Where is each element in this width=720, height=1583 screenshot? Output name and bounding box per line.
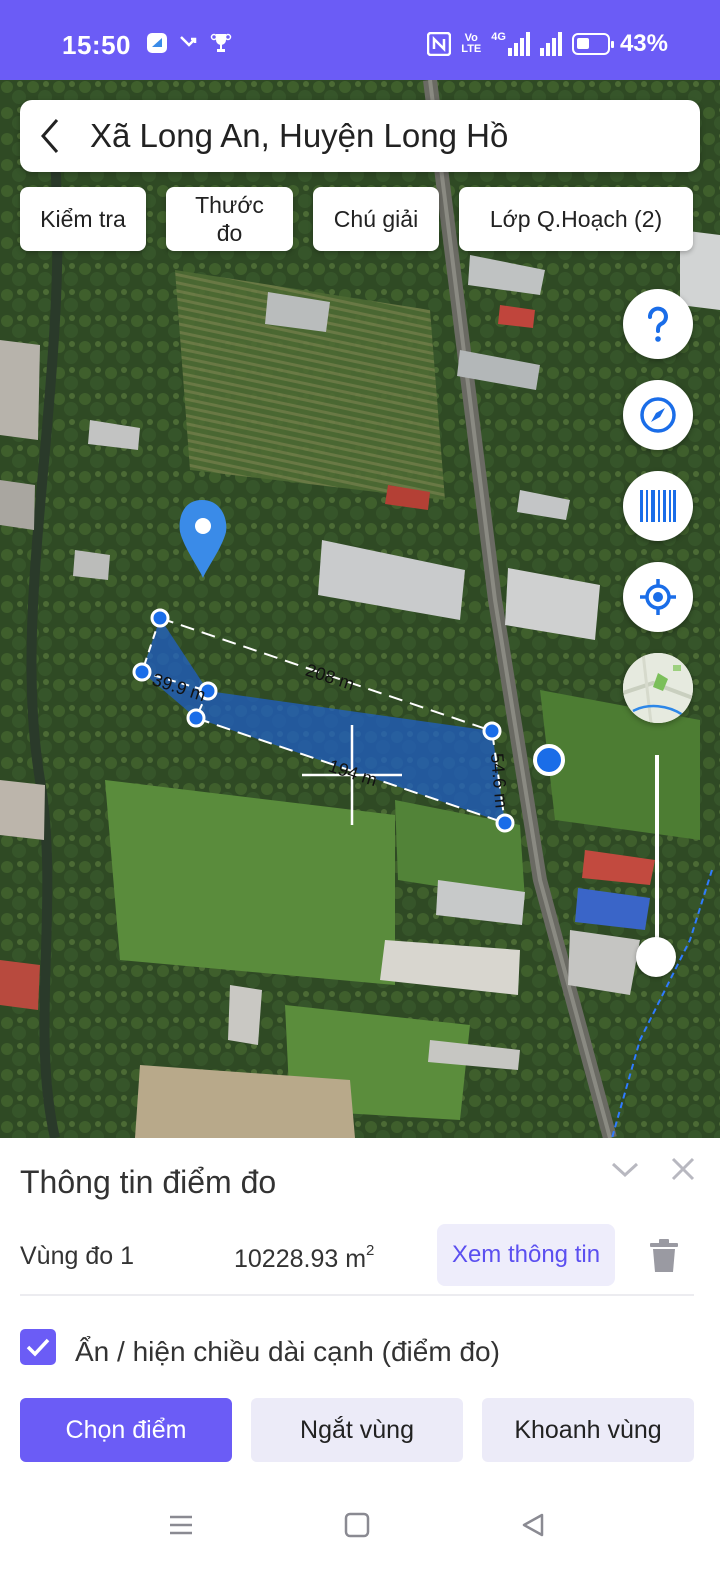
chevron-left-icon	[41, 119, 59, 153]
app-notification-icon	[147, 33, 167, 53]
page-title: Xã Long An, Huyện Long Hồ	[90, 117, 509, 154]
compass-icon	[640, 397, 676, 433]
home-nav-button[interactable]	[344, 1512, 370, 1543]
home-square-icon	[344, 1512, 370, 1538]
missed-call-icon	[180, 36, 197, 47]
collapse-button[interactable]	[610, 1160, 640, 1185]
break-region-button[interactable]: Ngắt vùng	[251, 1398, 463, 1462]
my-location-button[interactable]	[623, 562, 693, 632]
ruler-label-line2: đo	[216, 220, 243, 246]
enclose-region-button[interactable]: Khoanh vùng	[482, 1398, 694, 1462]
status-bar: 15:50 Vo LTE 4G 43%	[0, 0, 720, 80]
battery-icon	[571, 33, 614, 55]
system-nav-bar	[0, 1490, 720, 1583]
region-label: Vùng đo 1	[20, 1242, 134, 1270]
back-button[interactable]	[20, 100, 80, 172]
divider	[20, 1294, 694, 1296]
planning-layers-button[interactable]: Lớp Q.Hoạch (2)	[459, 187, 693, 251]
barcode-icon	[640, 490, 676, 522]
close-button[interactable]	[670, 1156, 696, 1187]
nfc-icon	[427, 32, 452, 56]
back-triangle-icon	[522, 1513, 544, 1537]
status-time: 15:50	[62, 30, 131, 60]
battery-level	[576, 38, 589, 49]
close-icon	[671, 1157, 695, 1181]
view-info-button[interactable]: Xem thông tin	[437, 1224, 615, 1286]
area-value: 10228.93 m	[234, 1245, 367, 1273]
location-header: Xã Long An, Huyện Long Hồ	[20, 100, 700, 172]
opacity-slider-thumb[interactable]	[636, 937, 676, 977]
help-icon	[648, 306, 668, 342]
legend-button[interactable]: Chú giải	[313, 187, 439, 251]
signal-icon	[539, 32, 562, 56]
back-nav-button[interactable]	[520, 1512, 546, 1543]
battery-percent: 43%	[619, 30, 668, 57]
map-thumbnail-icon	[623, 653, 693, 723]
ruler-label-line1: Thước	[195, 192, 264, 218]
target-location-icon	[640, 579, 676, 615]
barcode-scan-button[interactable]	[623, 471, 693, 541]
menu-nav-button[interactable]	[168, 1512, 194, 1543]
status-notification-icons	[146, 32, 232, 54]
area-unit-sup: 2	[366, 1242, 375, 1259]
status-system-icons: Vo LTE 4G 43%	[427, 30, 668, 58]
opacity-slider-track[interactable]	[655, 755, 659, 955]
signal-4g-icon: 4G	[491, 32, 530, 56]
ruler-button[interactable]: Thước đo	[166, 187, 293, 251]
help-button[interactable]	[623, 289, 693, 359]
chevron-down-icon	[611, 1162, 639, 1178]
sheet-title: Thông tin điểm đo	[20, 1164, 277, 1200]
trophy-icon	[210, 33, 232, 52]
compass-button[interactable]	[623, 380, 693, 450]
trash-icon	[650, 1239, 678, 1272]
volte-icon: Vo LTE	[461, 32, 482, 55]
select-point-button[interactable]: Chọn điểm	[20, 1398, 232, 1462]
menu-icon	[170, 1515, 192, 1535]
checkmark-icon	[26, 1338, 50, 1357]
region-area: 10228.93 m2	[234, 1242, 374, 1274]
edge-length-toggle-checkbox[interactable]	[20, 1329, 56, 1365]
check-button[interactable]: Kiểm tra	[20, 187, 146, 251]
edge-length-toggle-label[interactable]: Ẩn / hiện chiều dài cạnh (điểm đo)	[75, 1336, 500, 1368]
map-type-button[interactable]	[623, 653, 693, 723]
delete-region-button[interactable]	[648, 1238, 680, 1279]
